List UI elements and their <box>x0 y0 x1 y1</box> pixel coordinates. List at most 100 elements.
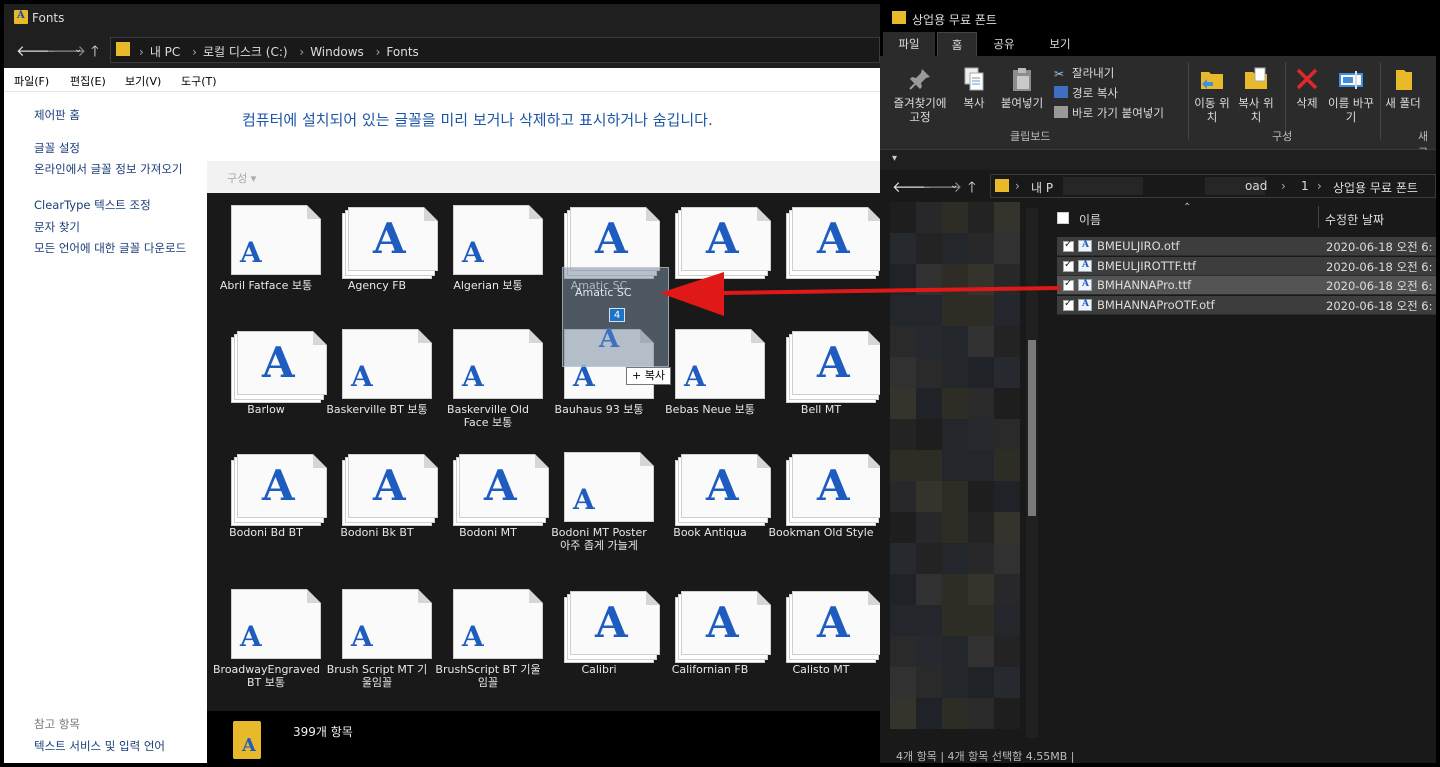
sidebar-item-control-panel-home[interactable]: 제어판 홈 <box>34 109 204 122</box>
pixelated-region <box>890 636 916 667</box>
breadcrumb-item[interactable]: oad <box>1245 179 1267 193</box>
organize-button[interactable]: 구성 ▾ <box>227 170 256 186</box>
pixelated-region <box>968 264 994 295</box>
tab-view[interactable]: 보기 <box>1040 32 1080 56</box>
pixelated-region <box>942 264 968 295</box>
ribbon-separator <box>1188 62 1189 140</box>
font-tile[interactable]: A Bookman Old Style <box>768 440 880 564</box>
sidebar-item-cleartype[interactable]: ClearType 텍스트 조정 <box>34 199 204 212</box>
menu-view[interactable]: 보기(V) <box>125 73 161 89</box>
pixelated-region <box>942 574 968 605</box>
pixelated-region <box>994 233 1020 264</box>
pixelated-region <box>1063 177 1143 195</box>
font-tile[interactable]: A Barlow <box>213 317 327 441</box>
font-tile[interactable]: A Abril Fatface 보통 <box>213 193 321 317</box>
row-checkbox[interactable] <box>1063 278 1074 291</box>
column-date-modified[interactable]: 수정한 날짜 <box>1325 211 1384 228</box>
breadcrumb-item[interactable]: Windows <box>310 45 364 59</box>
recent-dropdown-icon[interactable]: ⌄ <box>74 44 82 55</box>
font-tile[interactable]: A BrushScript BT 기울임꼴 <box>435 577 543 701</box>
breadcrumb-item[interactable]: Fonts <box>386 45 418 59</box>
breadcrumb-item[interactable]: 내 PC <box>150 45 180 59</box>
move-to-button[interactable]: 이동 위치 <box>1192 66 1232 124</box>
delete-button[interactable]: 삭제 <box>1290 66 1324 110</box>
font-name: BroadwayEngraved BT 보통 <box>213 663 320 689</box>
menu-edit[interactable]: 편집(E) <box>70 73 106 89</box>
navigation-pane[interactable] <box>880 202 1040 743</box>
font-file-icon: A <box>231 329 327 403</box>
font-tile[interactable]: A Baskerville Old Face 보통 <box>435 317 543 441</box>
sidebar-item-find-character[interactable]: 문자 찾기 <box>34 221 204 234</box>
pixelated-region <box>994 264 1020 295</box>
file-row[interactable]: BMEULJIROTTF.ttf 2020-06-18 오전 6: <box>1057 257 1436 276</box>
file-row[interactable]: BMEULJIRO.otf 2020-06-18 오전 6: <box>1057 237 1436 256</box>
row-checkbox[interactable] <box>1063 298 1074 311</box>
menu-file[interactable]: 파일(F) <box>14 73 49 89</box>
delete-x-icon <box>1294 66 1320 92</box>
recent-dropdown-icon[interactable]: ⌄ <box>950 180 958 191</box>
sidebar-item-download-all-fonts[interactable]: 모든 언어에 대한 글꼴 다운로드 <box>34 242 204 255</box>
breadcrumb-item[interactable]: 1 <box>1301 179 1309 193</box>
task-pane: 제어판 홈 글꼴 설정 온라인에서 글꼴 정보 가져오기 ClearType 텍… <box>4 92 207 763</box>
cut-button[interactable]: ✂ 잘라내기 <box>1054 65 1114 81</box>
sidebar-item-font-settings[interactable]: 글꼴 설정 <box>34 142 204 155</box>
font-tile[interactable]: A Book Antiqua <box>657 440 771 564</box>
font-tile[interactable]: A Agency FB <box>324 193 438 317</box>
font-tile[interactable]: A Bodoni MT Poster 아주 좁게 가늘게 <box>546 440 654 564</box>
select-all-checkbox[interactable] <box>1057 212 1069 224</box>
address-bar[interactable]: › 내 P oad › 1 › 상업용 무료 폰트 <box>990 174 1436 198</box>
drag-preview: Amatic SC 4 A <box>562 267 669 367</box>
font-tile[interactable]: AA <box>657 193 771 317</box>
pixelated-region <box>994 636 1020 667</box>
tab-share[interactable]: 공유 <box>984 32 1024 56</box>
paste-shortcut-button[interactable]: 바로 가기 붙여넣기 <box>1054 105 1164 121</box>
copy-to-button[interactable]: 복사 위치 <box>1234 66 1278 124</box>
font-tile[interactable]: A BroadwayEngraved BT 보통 <box>213 577 321 701</box>
copy-path-button[interactable]: 경로 복사 <box>1054 85 1118 101</box>
pixelated-region <box>968 636 994 667</box>
address-bar[interactable]: › 내 PC › 로컬 디스크 (C:) › Windows › Fonts <box>110 37 880 63</box>
font-tile[interactable]: A <box>768 193 880 317</box>
column-name[interactable]: 이름 <box>1079 211 1101 228</box>
scrollbar-thumb[interactable] <box>1028 340 1036 516</box>
navigation-pane-scrollbar[interactable] <box>1026 208 1038 738</box>
row-checkbox[interactable] <box>1063 239 1074 252</box>
new-folder-button[interactable]: 새 폴더 <box>1385 66 1421 110</box>
row-checkbox[interactable] <box>1063 259 1074 272</box>
font-tile[interactable]: A Bodoni Bd BT <box>213 440 327 564</box>
font-tile[interactable]: A Bodoni MT <box>435 440 549 564</box>
font-name: Bauhaus 93 보통 <box>554 403 644 416</box>
up-arrow-icon[interactable]: 🡑 <box>968 177 976 202</box>
breadcrumb-item[interactable]: 상업용 무료 폰트 <box>1333 179 1418 196</box>
paste-button[interactable]: 붙여넣기 <box>996 66 1048 110</box>
font-tile[interactable]: A Brush Script MT 기울임꼴 <box>324 577 432 701</box>
quick-access-dropdown-icon[interactable]: ▾ <box>892 153 897 164</box>
up-arrow-icon[interactable]: 🡑 <box>91 41 99 66</box>
breadcrumb-item[interactable]: 로컬 디스크 (C:) <box>203 45 288 59</box>
font-tile[interactable]: A Bebas Neue 보통 <box>657 317 765 441</box>
font-tile[interactable]: A Calisto MT <box>768 577 880 701</box>
font-tile[interactable]: A Californian FB <box>657 577 771 701</box>
file-row[interactable]: BMHANNAPro.ttf 2020-06-18 오전 6: <box>1057 276 1436 295</box>
font-tile[interactable]: A Bell MT <box>768 317 880 441</box>
font-tile[interactable]: A Baskerville BT 보통 <box>324 317 432 441</box>
copy-label: 복사 <box>963 96 985 110</box>
sidebar-item-text-services[interactable]: 텍스트 서비스 및 입력 언어 <box>34 740 204 753</box>
copy-button[interactable]: 복사 <box>956 66 992 110</box>
sidebar-item-online-font-info[interactable]: 온라인에서 글꼴 정보 가져오기 <box>34 163 199 176</box>
pin-to-quick-access-button[interactable]: 즐겨찾기에 고정 <box>888 66 952 124</box>
pixelated-region <box>890 326 916 357</box>
file-row[interactable]: BMHANNAProOTF.otf 2020-06-18 오전 6: <box>1057 296 1436 315</box>
font-file-icon: A <box>564 589 660 663</box>
pixelated-region <box>942 295 968 326</box>
breadcrumb-item[interactable]: 내 P <box>1031 179 1053 196</box>
tab-file[interactable]: 파일 <box>883 32 935 56</box>
menu-tools[interactable]: 도구(T) <box>181 73 217 89</box>
font-tile[interactable]: A Calibri <box>546 577 660 701</box>
font-tile[interactable]: A Bodoni Bk BT <box>324 440 438 564</box>
rename-button[interactable]: 이름 바꾸기 <box>1328 66 1374 124</box>
pixelated-region <box>968 605 994 636</box>
tab-home[interactable]: 홈 <box>937 32 977 56</box>
font-tile[interactable]: A Algerian 보통 <box>435 193 543 317</box>
fonts-window: Fonts 🡐 🡒 ⌄ 🡑 ›내 PC ›로컬 디스크 (C:) ›Window… <box>4 4 880 763</box>
